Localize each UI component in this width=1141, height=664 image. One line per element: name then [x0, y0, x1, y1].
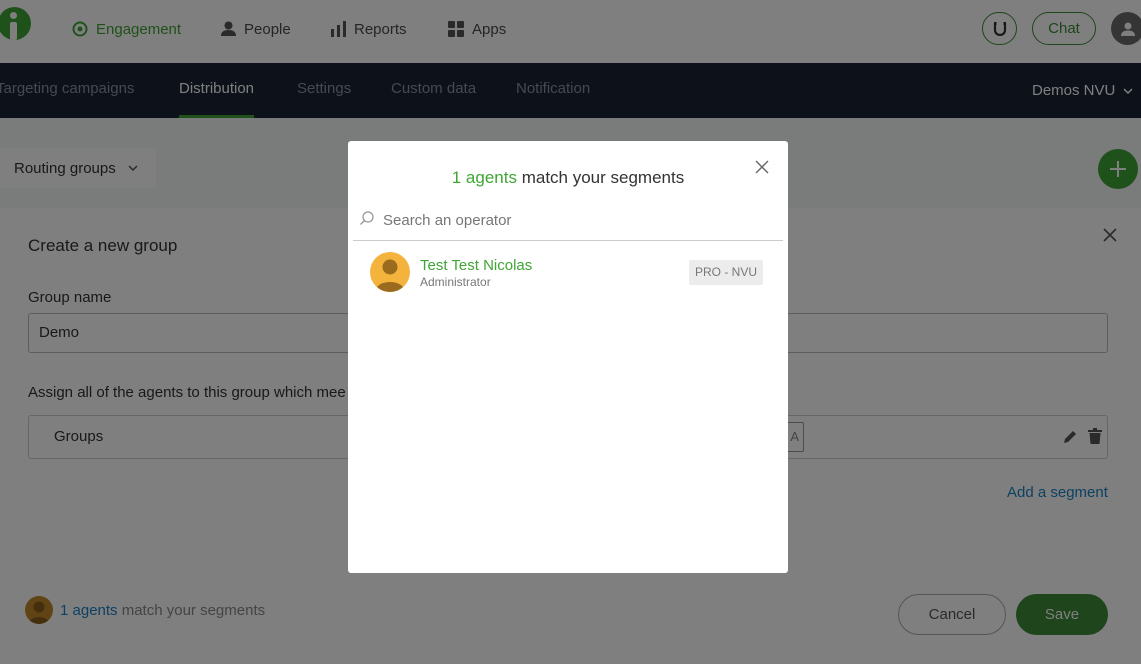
search-icon	[360, 211, 374, 225]
matching-agents-modal: 1 agents match your segments Test Test N…	[348, 141, 788, 573]
modal-title: 1 agents match your segments	[348, 168, 788, 188]
operator-badge: PRO - NVU	[689, 260, 764, 285]
close-icon[interactable]	[754, 159, 770, 175]
search-input[interactable]	[383, 207, 773, 233]
operator-avatar	[370, 252, 410, 292]
operator-name: Test Test Nicolas	[420, 257, 533, 274]
modal-title-text: match your segments	[516, 168, 685, 187]
modal-agents-count: 1 agents	[451, 168, 517, 187]
operator-search	[353, 199, 783, 241]
operator-role: Administrator	[420, 275, 491, 289]
